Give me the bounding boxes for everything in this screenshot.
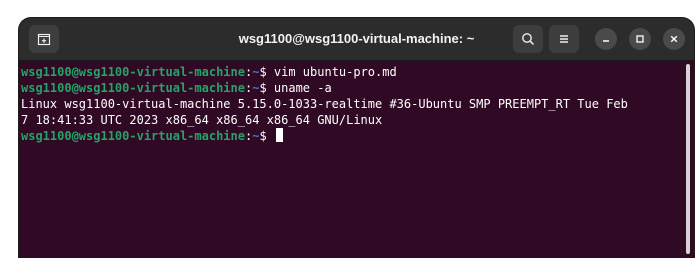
- command-text: uname -a: [273, 81, 332, 95]
- prompt-user-host: wsg1100@wsg1100-virtual-machine: [21, 81, 245, 95]
- minimize-button[interactable]: [595, 28, 617, 50]
- window-title: wsg1100@wsg1100-virtual-machine: ~: [238, 31, 475, 46]
- prompt-symbol: $: [259, 129, 274, 143]
- new-tab-button[interactable]: [29, 25, 59, 53]
- search-button[interactable]: [513, 25, 543, 53]
- prompt-user-host: wsg1100@wsg1100-virtual-machine: [21, 129, 245, 143]
- close-button[interactable]: [663, 28, 685, 50]
- terminal-line: wsg1100@wsg1100-virtual-machine:~$: [21, 128, 681, 144]
- scrollbar[interactable]: [686, 64, 690, 254]
- maximize-button[interactable]: [629, 28, 651, 50]
- terminal-window: wsg1100@wsg1100-virtual-machine: ~ wsg11…: [19, 18, 694, 258]
- title-bar[interactable]: wsg1100@wsg1100-virtual-machine: ~: [19, 18, 694, 61]
- command-text: vim ubuntu-pro.md: [273, 65, 397, 79]
- search-icon: [522, 33, 535, 46]
- new-tab-icon: [37, 33, 51, 46]
- minimize-icon: [603, 40, 609, 42]
- terminal-line: wsg1100@wsg1100-virtual-machine:~$ vim u…: [21, 64, 681, 80]
- prompt-symbol: $: [259, 65, 274, 79]
- terminal-output-line: 7 18:41:33 UTC 2023 x86_64 x86_64 x86_64…: [21, 113, 383, 127]
- terminal-line: wsg1100@wsg1100-virtual-machine:~$ uname…: [21, 80, 681, 96]
- prompt-symbol: $: [259, 81, 274, 95]
- text-cursor: [275, 128, 283, 142]
- terminal-output-line: Linux wsg1100-virtual-machine 5.15.0-103…: [21, 97, 628, 111]
- menu-button[interactable]: [549, 25, 579, 53]
- maximize-icon: [636, 35, 644, 43]
- prompt-user-host: wsg1100@wsg1100-virtual-machine: [21, 65, 245, 79]
- terminal-output[interactable]: wsg1100@wsg1100-virtual-machine:~$ vim u…: [21, 64, 681, 144]
- close-icon: [670, 35, 678, 43]
- hamburger-menu-icon: [560, 35, 568, 43]
